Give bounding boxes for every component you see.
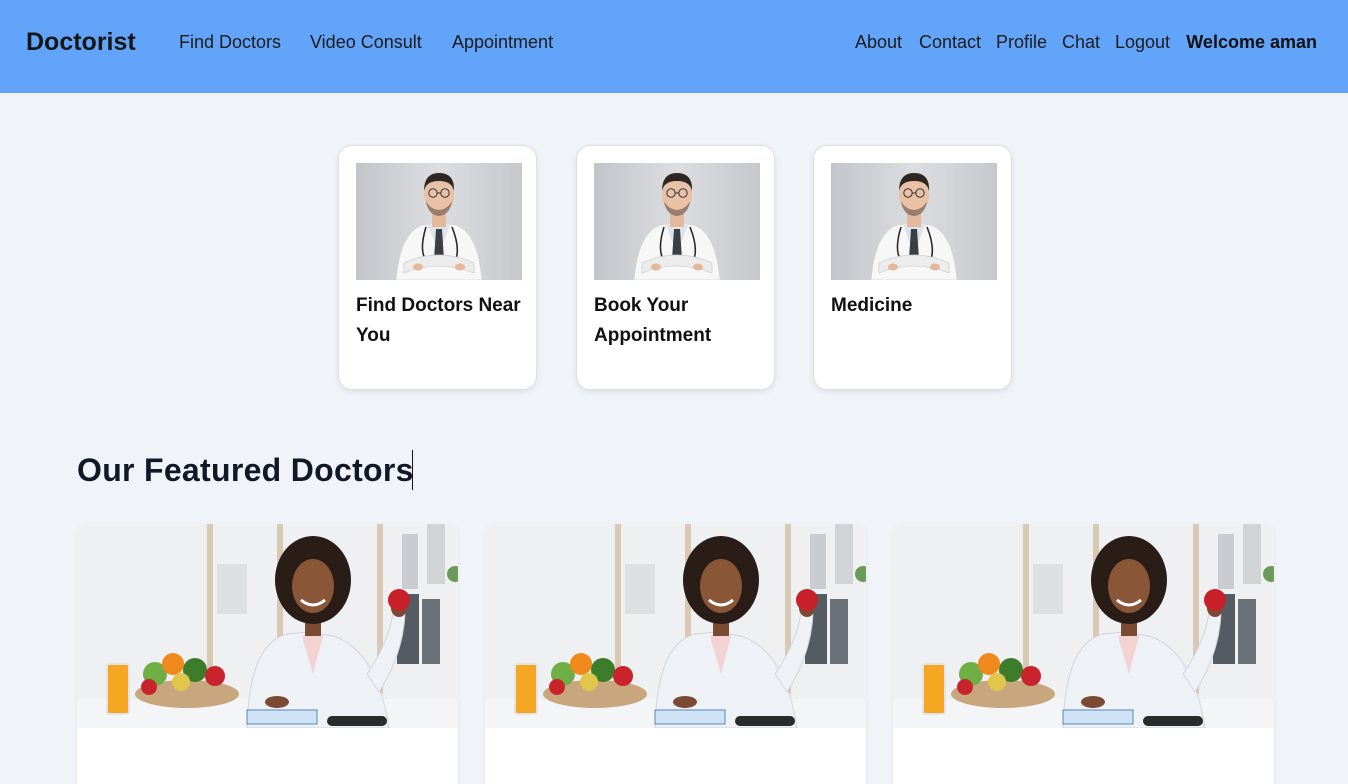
featured-doctor-card[interactable] xyxy=(77,524,458,784)
service-card-medicine[interactable]: Medicine xyxy=(813,145,1012,390)
featured-doctor-card[interactable] xyxy=(893,524,1274,784)
doctor-image xyxy=(356,163,522,280)
nav-appointment[interactable]: Appointment xyxy=(452,32,553,53)
nav-profile[interactable]: Profile xyxy=(996,32,1047,53)
top-navbar: Doctorist Find Doctors Video Consult App… xyxy=(0,0,1348,93)
featured-doctor-image xyxy=(77,524,458,730)
featured-doctor-image xyxy=(893,524,1274,730)
service-card-title: Medicine xyxy=(831,295,913,316)
text-cursor xyxy=(412,450,413,490)
brand-logo[interactable]: Doctorist xyxy=(26,28,136,57)
nav-find-doctors[interactable]: Find Doctors xyxy=(179,32,281,53)
service-card-find-doctors[interactable]: Find Doctors Near You xyxy=(338,145,537,390)
nav-about[interactable]: About xyxy=(855,32,902,53)
nav-chat[interactable]: Chat xyxy=(1062,32,1100,53)
welcome-user-text: Welcome aman xyxy=(1186,32,1317,52)
service-card-title: Find Doctors Near You xyxy=(356,295,521,346)
featured-doctor-card[interactable] xyxy=(485,524,866,784)
featured-doctors-heading: Our Featured Doctors xyxy=(77,452,414,488)
nav-logout[interactable]: Logout xyxy=(1115,32,1170,53)
nav-video-consult[interactable]: Video Consult xyxy=(310,32,422,53)
doctor-image xyxy=(594,163,760,280)
service-card-title: Book Your Appointment xyxy=(594,295,712,346)
doctor-image xyxy=(831,163,997,280)
featured-doctor-image xyxy=(485,524,866,730)
service-card-book-appointment[interactable]: Book Your Appointment xyxy=(576,145,775,390)
nav-contact[interactable]: Contact xyxy=(919,32,981,53)
